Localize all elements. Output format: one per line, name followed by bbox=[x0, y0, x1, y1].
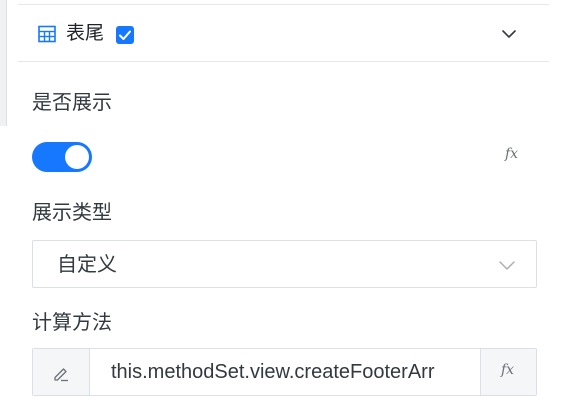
display-type-label: 展示类型 bbox=[32, 202, 112, 224]
chevron-down-icon bbox=[499, 261, 515, 270]
edit-button[interactable] bbox=[33, 349, 90, 395]
calc-method-label: 计算方法 bbox=[32, 312, 112, 334]
calc-method-expression-button[interactable]: fx bbox=[480, 349, 536, 395]
left-panel-edge bbox=[0, 0, 7, 126]
section-title: 表尾 bbox=[66, 23, 105, 44]
footer-section-header[interactable]: 表尾 bbox=[18, 4, 549, 62]
display-type-select[interactable]: 自定义 bbox=[32, 240, 537, 288]
show-toggle[interactable] bbox=[32, 142, 92, 172]
show-label: 是否展示 bbox=[32, 92, 112, 114]
edit-icon bbox=[54, 368, 68, 382]
toggle-knob bbox=[65, 145, 89, 169]
calc-method-input[interactable]: this.methodSet.view.createFooterArr bbox=[111, 360, 434, 384]
calc-method-field: this.methodSet.view.createFooterArr fx bbox=[32, 348, 537, 396]
show-expression-button[interactable]: fx bbox=[505, 146, 518, 162]
table-icon bbox=[38, 25, 56, 43]
footer-enable-checkbox[interactable] bbox=[116, 26, 134, 44]
chevron-down-icon[interactable] bbox=[500, 25, 518, 43]
check-icon bbox=[119, 30, 131, 40]
fx-label: fx bbox=[501, 362, 515, 378]
display-type-value: 自定义 bbox=[57, 254, 117, 276]
